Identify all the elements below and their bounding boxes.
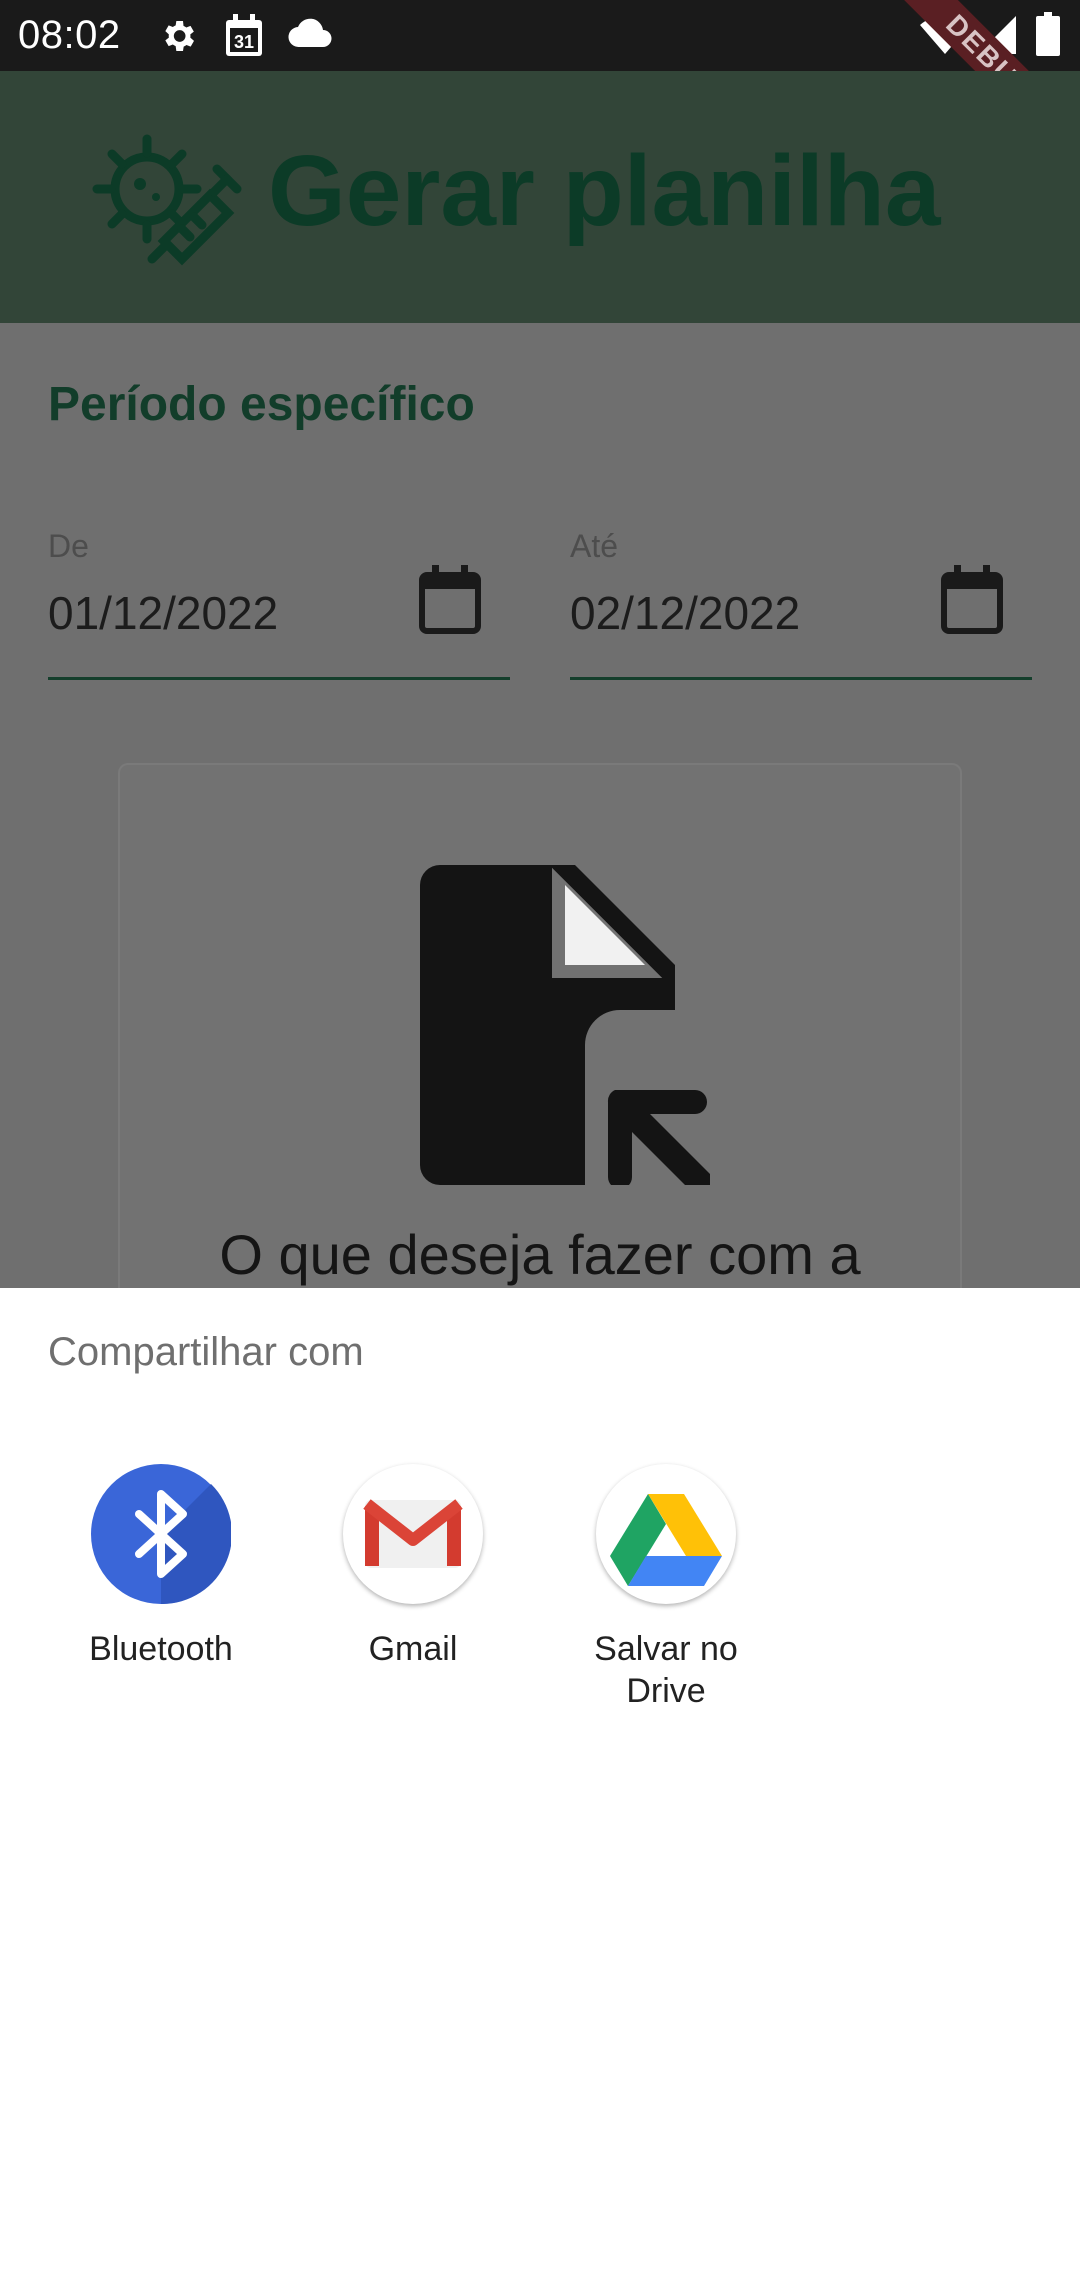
bluetooth-icon[interactable]: [91, 1464, 231, 1604]
calendar-icon[interactable]: [940, 565, 1004, 640]
share-sheet: Compartilhar com Bluetooth Gmail Salvar …: [0, 1288, 1080, 2280]
battery-icon: [1036, 12, 1060, 61]
calendar-day-text: 31: [234, 32, 254, 52]
virus-syringe-icon: [92, 129, 242, 274]
calendar-31-icon: 31: [224, 14, 264, 63]
status-time: 08:02: [18, 13, 121, 57]
gmail-icon[interactable]: [343, 1464, 483, 1604]
share-target-bluetooth[interactable]: Bluetooth: [61, 1464, 261, 1670]
share-sheet-title: Compartilhar com: [48, 1330, 364, 1374]
card-question: O que deseja fazer com a: [219, 1223, 861, 1286]
google-drive-icon[interactable]: [596, 1464, 736, 1604]
form-content: Período específico De 01/12/2022 Até 02/…: [0, 323, 1080, 1365]
share-target-label: Bluetooth: [89, 1630, 233, 1668]
from-date-label: De: [48, 528, 89, 564]
to-date-label: Até: [570, 528, 619, 564]
to-date-value[interactable]: 02/12/2022: [570, 586, 800, 640]
settings-icon: [158, 16, 198, 61]
share-target-label: Salvar no Drive: [594, 1630, 738, 1710]
calendar-icon[interactable]: [418, 565, 482, 640]
from-date-value[interactable]: 01/12/2022: [48, 586, 278, 640]
status-bar: 08:02 31 DEBUG: [0, 0, 1080, 179]
section-title: Período específico: [48, 378, 475, 431]
file-open-icon: [420, 865, 722, 1204]
from-date-underline: [48, 677, 510, 680]
page-title: Gerar planilha: [268, 135, 941, 247]
cloud-icon: [288, 18, 332, 53]
share-target-drive[interactable]: Salvar no Drive: [566, 1464, 766, 1712]
share-target-label: Gmail: [368, 1630, 458, 1668]
export-card: O que deseja fazer com a: [120, 765, 960, 1365]
to-date-underline: [570, 677, 1032, 680]
share-target-gmail[interactable]: Gmail: [313, 1464, 513, 1670]
app-bar: Gerar planilha: [0, 71, 1080, 323]
